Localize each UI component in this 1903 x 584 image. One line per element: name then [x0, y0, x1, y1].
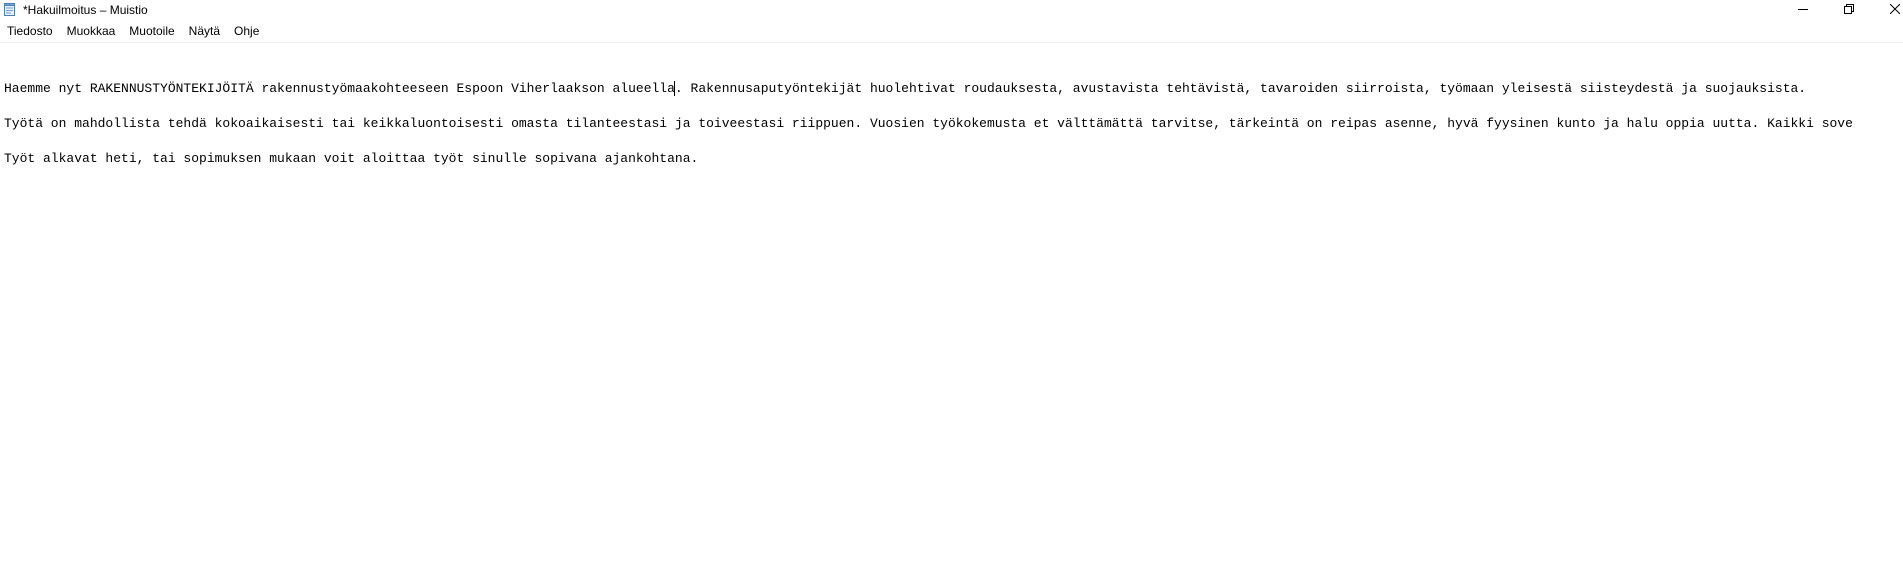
notepad-icon[interactable] [4, 3, 15, 16]
close-icon [1889, 1, 1901, 19]
editor-line: Haemme nyt RAKENNUSTYÖNTEKIJÖITÄ rakennu… [4, 81, 1806, 96]
menu-view[interactable]: Näytä [182, 22, 227, 41]
minimize-button[interactable] [1780, 0, 1826, 20]
menu-file[interactable]: Tiedosto [0, 22, 60, 41]
menu-bar: Tiedosto Muokkaa Muotoile Näytä Ohje [0, 22, 266, 41]
menu-format[interactable]: Muotoile [122, 22, 181, 41]
window-title: *Hakuilmoitus – Muistio [23, 3, 148, 17]
menu-edit[interactable]: Muokkaa [60, 22, 123, 41]
restore-icon [1844, 1, 1854, 19]
minimize-icon [1798, 1, 1808, 19]
line1-text-before-caret: Haemme nyt RAKENNUSTYÖNTEKIJÖITÄ rakennu… [4, 81, 675, 96]
line1-text-after-caret: . Rakennusaputyöntekijät huolehtivat rou… [674, 81, 1807, 96]
menu-help[interactable]: Ohje [227, 22, 266, 41]
close-button[interactable] [1872, 0, 1903, 20]
title-bar[interactable]: *Hakuilmoitus – Muistio [0, 0, 1903, 20]
editor-line: Työtä on mahdollista tehdä kokoaikaisest… [4, 116, 1853, 131]
notepad-window: *Hakuilmoitus – Muistio Tiedosto Muokkaa… [0, 0, 1903, 584]
restore-button[interactable] [1826, 0, 1872, 20]
editor-line: Työt alkavat heti, tai sopimuksen mukaan… [4, 151, 699, 166]
text-editor[interactable]: Haemme nyt RAKENNUSTYÖNTEKIJÖITÄ rakennu… [0, 43, 1903, 584]
